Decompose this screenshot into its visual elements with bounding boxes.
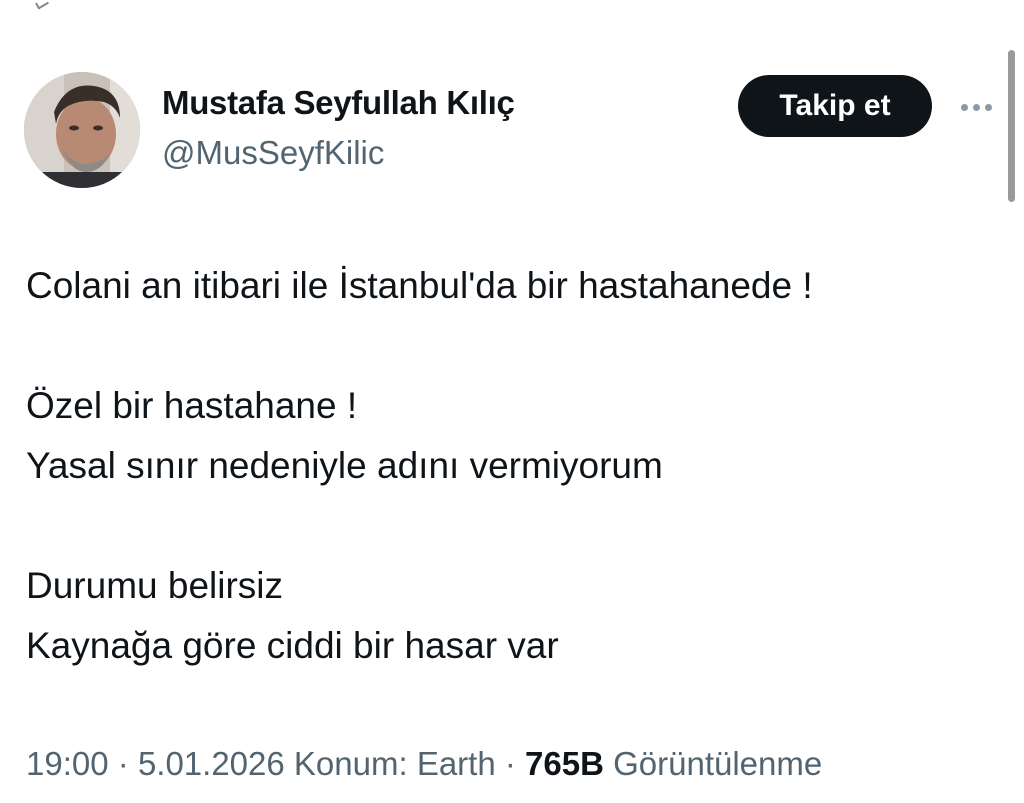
- tweet-line: Özel bir hastahane !: [26, 385, 358, 426]
- display-name[interactable]: Mustafa Seyfullah Kılıç: [162, 84, 515, 122]
- views-label: Görüntülenme: [613, 745, 823, 782]
- scrollbar[interactable]: [1008, 50, 1015, 202]
- corner-artifact: [35, 0, 49, 10]
- avatar[interactable]: [24, 72, 140, 188]
- tweet-line: Yasal sınır nedeniyle adını vermiyorum: [26, 445, 663, 486]
- user-handle[interactable]: @MusSeyfKilic: [162, 134, 384, 172]
- tweet-line: Kaynağa göre ciddi bir hasar var: [26, 625, 559, 666]
- tweet-location: Konum: Earth: [293, 745, 496, 782]
- views-count[interactable]: 765B: [525, 745, 604, 782]
- tweet-card: Mustafa Seyfullah Kılıç @MusSeyfKilic Ta…: [0, 0, 1024, 803]
- line-break: [26, 496, 996, 556]
- more-dot: [972, 103, 980, 111]
- tweet-date[interactable]: 5.01.2026: [138, 745, 285, 782]
- meta-separator: ·: [504, 745, 516, 782]
- tweet-text: Colani an itibari ile İstanbul'da bir ha…: [26, 256, 996, 676]
- tweet-time[interactable]: 19:00: [26, 745, 109, 782]
- tweet-line: Durumu belirsiz: [26, 565, 284, 606]
- more-dot: [984, 103, 992, 111]
- more-dot: [960, 103, 968, 111]
- line-break: [26, 316, 996, 376]
- meta-separator: ·: [117, 745, 129, 782]
- tweet-meta: 19:00 · 5.01.2026 Konum: Earth · 765B Gö…: [26, 745, 822, 783]
- more-horizontal-icon[interactable]: [956, 92, 996, 122]
- follow-button[interactable]: Takip et: [738, 75, 932, 137]
- avatar-image: [24, 72, 140, 188]
- tweet-line: Colani an itibari ile İstanbul'da bir ha…: [26, 265, 813, 306]
